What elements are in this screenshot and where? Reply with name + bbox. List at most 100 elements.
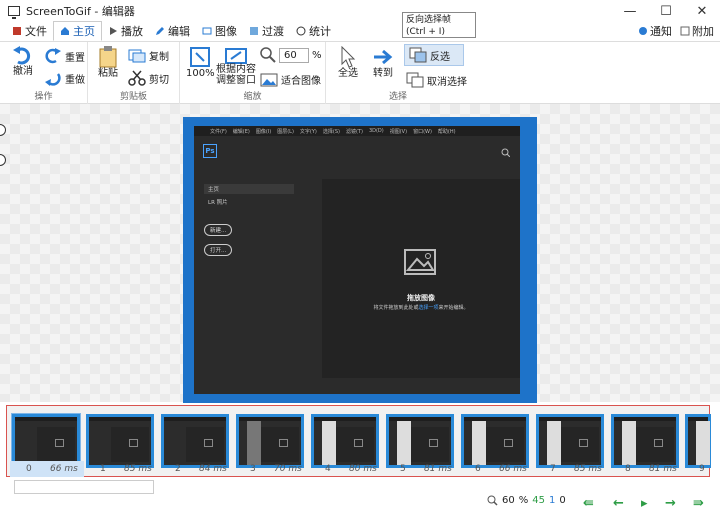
copy-icon <box>128 49 146 62</box>
side-handle-bottom[interactable] <box>0 154 6 166</box>
undo-button[interactable]: 撤消 <box>12 46 34 77</box>
ps-menu-item: 视图(V) <box>389 128 408 135</box>
close-button[interactable]: ✕ <box>684 0 720 22</box>
ps-sidebar-lr: LR 照片 <box>208 200 228 206</box>
zoom-percent-label: % <box>312 49 322 61</box>
frame-delay: 81 ms <box>424 464 452 474</box>
app-icon <box>8 6 20 19</box>
fit-window-label: 根据内容调整窗口 <box>216 64 256 86</box>
goto-button[interactable]: 转到 <box>372 46 394 79</box>
frame-index: 9 <box>699 464 705 474</box>
frame-thumbnail[interactable] <box>161 414 229 468</box>
next-frame-icon[interactable]: → <box>665 496 676 511</box>
extras-icon <box>680 26 690 36</box>
copy-button[interactable]: 复制 <box>128 48 169 63</box>
tab-transition[interactable]: 过渡 <box>243 21 290 41</box>
frame-index: 6 <box>475 464 481 474</box>
notify-label: 通知 <box>650 25 672 38</box>
notification-button[interactable]: 通知 <box>638 23 672 39</box>
current-frame: 0 <box>559 495 566 506</box>
frame-thumbnail[interactable] <box>461 414 529 468</box>
fit-window-button[interactable]: 根据内容调整窗口 <box>216 46 256 86</box>
frame-image-bar <box>15 417 77 421</box>
tab-image[interactable]: 图像 <box>196 21 243 41</box>
tab-file[interactable]: 文件 <box>6 21 53 41</box>
tab-label: 图像 <box>215 25 237 38</box>
ribbon: 撤消 重置 重做 操作 粘贴 复制 剪切 剪贴板 100% 根据内容调整窗口 6… <box>0 42 720 104</box>
frame-preview: 文件(F) 编辑(E) 图像(I) 图层(L) 文字(Y) 选择(S) 滤镜(T… <box>183 117 537 403</box>
zoom-100-label: 100% <box>186 68 215 79</box>
zoom-100-button[interactable]: 100% <box>186 46 215 79</box>
play-icon[interactable]: ▸ <box>641 496 648 511</box>
frame-thumbnail[interactable] <box>685 414 711 468</box>
reset-button[interactable]: 重做 <box>44 70 85 86</box>
frame-image <box>239 417 301 465</box>
frame-thumbnail[interactable] <box>86 414 154 468</box>
minimize-button[interactable]: — <box>612 0 648 22</box>
previous-frame-icon[interactable]: ← <box>613 496 624 511</box>
frame-delay: 66 ms <box>499 464 527 474</box>
paste-button[interactable]: 粘贴 <box>98 46 118 79</box>
drop-title: 拖放图像 <box>407 294 435 302</box>
stats-icon <box>296 26 306 36</box>
drop-link: 选择一项 <box>418 305 439 311</box>
transition-icon <box>250 27 258 35</box>
frame-thumbnail[interactable] <box>386 414 454 468</box>
frame-image <box>89 417 151 465</box>
goto-label: 转到 <box>373 68 393 79</box>
deselect-button[interactable]: 取消选择 <box>406 72 467 88</box>
frame-image-glyph <box>129 439 138 447</box>
last-frame-icon[interactable]: ⇛ <box>693 496 704 511</box>
magnifier-icon <box>260 47 276 63</box>
scissors-icon <box>128 70 146 86</box>
zoom-input[interactable]: 60 <box>279 47 309 63</box>
tab-stats[interactable]: 统计 <box>290 21 337 41</box>
clipboard-group-label: 剪贴板 <box>119 92 147 102</box>
cut-button[interactable]: 剪切 <box>128 70 169 86</box>
file-icon <box>13 27 21 35</box>
tab-label: 播放 <box>121 25 143 38</box>
frame-image-glyph <box>55 439 64 447</box>
frame-image <box>314 417 376 465</box>
frame-thumbnail[interactable] <box>536 414 604 468</box>
frame-index: 5 <box>400 464 406 474</box>
frame-image-strip <box>397 421 411 465</box>
invert-selection-label: 反选 <box>430 51 450 63</box>
status-zoom-value: 60 <box>502 495 515 506</box>
redo-button[interactable]: 重置 <box>44 48 85 64</box>
frame-thumbnail[interactable] <box>611 414 679 468</box>
frame-thumbnail[interactable] <box>12 414 80 468</box>
ps-menu-item: 文字(Y) <box>299 128 317 135</box>
reset-label: 重做 <box>65 74 85 86</box>
select-all-button[interactable]: 全选 <box>338 46 358 79</box>
ps-open-button: 打开... <box>204 244 233 256</box>
frame-image-strip <box>247 421 261 465</box>
ops-group: 撤消 重置 重做 操作 <box>0 42 88 104</box>
frame-image-glyph <box>504 439 513 447</box>
frame-delay: 85 ms <box>124 464 152 474</box>
drop-subtitle: 将文件拖放到此处或选择一项来开始编辑。 <box>322 304 520 311</box>
tab-edit[interactable]: 编辑 <box>149 21 196 41</box>
tab-home[interactable]: 主页 <box>53 21 102 41</box>
side-handle-top[interactable] <box>0 124 6 136</box>
fit-image-button[interactable]: 适合图像 <box>260 72 321 87</box>
frame-thumbnail[interactable] <box>236 414 304 468</box>
maximize-button[interactable]: ☐ <box>648 0 684 22</box>
frame-thumbnail[interactable] <box>311 414 379 468</box>
frame-image-glyph <box>279 439 288 447</box>
tab-label: 过渡 <box>262 25 284 38</box>
editor-canvas[interactable]: 文件(F) 编辑(E) 图像(I) 图层(L) 文字(Y) 选择(S) 滤镜(T… <box>0 104 720 403</box>
first-frame-icon[interactable]: ⇚ <box>583 496 594 511</box>
extras-button[interactable]: 附加 <box>680 23 714 39</box>
frame-image-glyph <box>654 439 663 447</box>
zoom-group: 100% 根据内容调整窗口 60 % 适合图像 缩放 <box>180 42 326 104</box>
frame-image-bar <box>89 417 151 421</box>
status-zoom: 60 % 45 1 0 <box>487 495 566 506</box>
tab-label: 统计 <box>309 25 331 38</box>
selected-count: 1 <box>548 495 556 506</box>
ps-menu-item: 编辑(E) <box>232 128 250 135</box>
frame-image-glyph <box>354 439 363 447</box>
tab-play[interactable]: 播放 <box>102 21 149 41</box>
invert-selection-button[interactable]: 反选 <box>404 44 464 66</box>
status-zoom-percent: % <box>518 495 529 506</box>
